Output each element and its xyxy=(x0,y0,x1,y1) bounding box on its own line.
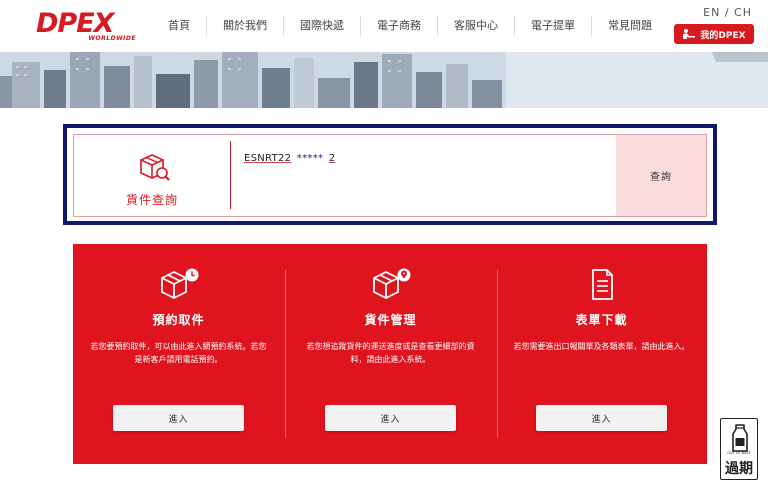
tracking-number-suffix: 2 xyxy=(328,153,336,164)
service-forms-download: 表單下載 若您需要進出口報關單及各類表單，請由此進入。 進入 xyxy=(496,244,707,464)
service-shipment-management: 貨件管理 若您想追蹤貨件的運送進度或是查看更細部的資料，請由此進入系統。 進入 xyxy=(285,244,496,464)
service-title: 貨件管理 xyxy=(364,313,417,327)
logo-subtitle: WORLDWIDE xyxy=(88,35,136,42)
user-desk-icon xyxy=(683,29,696,39)
dpex-logo[interactable]: DPEX WORLDWIDE xyxy=(36,8,140,44)
document-icon xyxy=(591,269,613,300)
nav-item-ecommerce[interactable]: 電子商務 xyxy=(361,16,438,36)
nav-item-home[interactable]: 首頁 xyxy=(150,16,207,36)
nav-item-about[interactable]: 關於我們 xyxy=(207,16,284,36)
my-dpex-button[interactable]: 我的DPEX xyxy=(674,24,754,44)
main-nav: 首頁 關於我們 國際快遞 電子商務 客服中心 電子提單 常見問題 xyxy=(150,16,668,36)
search-button[interactable]: 查詢 xyxy=(616,135,706,216)
hero-banner xyxy=(0,52,768,108)
tracking-number-input[interactable]: ESNRT22 ***** 2 xyxy=(244,153,335,164)
service-pickup: 預約取件 若您要預約取件，可以由此進入網預約系統。若您是新客戶請用電話預約。 進… xyxy=(73,244,284,464)
service-description: 若您要預約取件，可以由此進入網預約系統。若您是新客戶請用電話預約。 xyxy=(90,342,267,364)
out-of-date-badge[interactable]: OUT OF DATE 過期 xyxy=(720,418,758,480)
nav-item-e-waybill[interactable]: 電子提單 xyxy=(515,16,592,36)
box-location-icon xyxy=(372,268,410,299)
box-search-icon xyxy=(140,154,170,181)
enter-shipment-management-button[interactable]: 進入 xyxy=(325,405,456,431)
enter-pickup-button[interactable]: 進入 xyxy=(113,405,244,431)
service-title: 表單下載 xyxy=(575,313,628,327)
out-of-date-small-text: OUT OF DATE xyxy=(727,451,751,455)
services-panel: 預約取件 若您要預約取件，可以由此進入網預約系統。若您是新客戶請用電話預約。 進… xyxy=(73,244,707,464)
tracking-number-prefix: ESNRT22 xyxy=(244,153,292,164)
city-skyline-image xyxy=(0,52,768,108)
site-header: DPEX WORLDWIDE 首頁 關於我們 國際快遞 電子商務 客服中心 電子… xyxy=(0,0,768,52)
tracking-label: 貨件查詢 xyxy=(125,193,178,207)
my-dpex-label: 我的DPEX xyxy=(700,30,746,41)
service-description: 若您需要進出口報關單及各類表單，請由此進入。 xyxy=(513,342,690,351)
tracking-number-masked: ***** xyxy=(296,153,324,164)
enter-forms-download-button[interactable]: 進入 xyxy=(536,405,667,431)
milk-bottle-icon xyxy=(732,424,748,452)
box-clock-icon xyxy=(160,268,198,299)
nav-item-faq[interactable]: 常見問題 xyxy=(592,16,668,36)
out-of-date-big-text: 過期 xyxy=(725,461,753,477)
nav-item-customer-service[interactable]: 客服中心 xyxy=(438,16,515,36)
service-title: 預約取件 xyxy=(152,313,205,327)
tracking-search-highlight: 貨件查詢 ESNRT22 ***** 2 查詢 xyxy=(63,124,717,225)
service-description: 若您想追蹤貨件的運送進度或是查看更細部的資料，請由此進入系統。 xyxy=(306,342,475,364)
nav-item-international-express[interactable]: 國際快遞 xyxy=(284,16,361,36)
divider xyxy=(230,141,231,209)
tracking-search-box: 貨件查詢 ESNRT22 ***** 2 查詢 xyxy=(73,134,707,217)
language-switch[interactable]: EN / CH xyxy=(703,6,752,19)
tracking-title-area: 貨件查詢 xyxy=(74,135,230,216)
